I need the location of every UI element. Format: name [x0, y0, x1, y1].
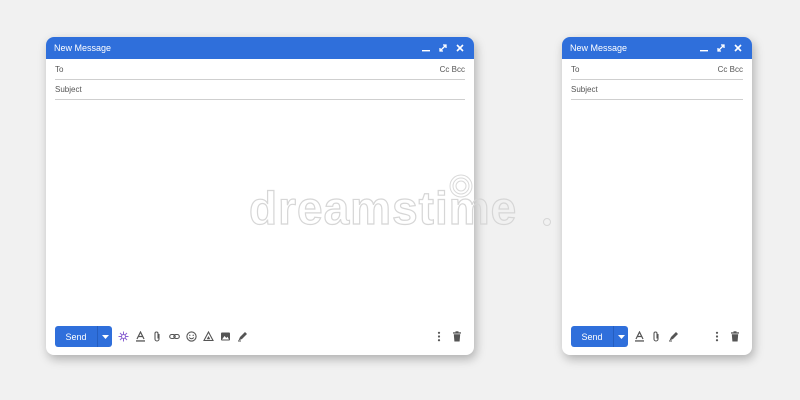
minimize-icon[interactable] [700, 44, 708, 52]
send-options-button[interactable] [97, 326, 112, 347]
cc-bcc-link[interactable]: Cc Bcc [440, 65, 465, 74]
formatting-tools [118, 331, 248, 342]
formatting-tools [634, 331, 679, 342]
send-button-group: Send [55, 326, 112, 347]
to-field[interactable]: To Cc Bcc [571, 60, 743, 80]
minimize-icon[interactable] [422, 44, 430, 52]
expand-icon[interactable] [439, 44, 447, 52]
compose-toolbar: Send [55, 326, 462, 347]
chevron-down-icon [101, 334, 109, 339]
window-title: New Message [570, 43, 628, 53]
message-body[interactable] [55, 103, 465, 315]
compose-window-small: New Message To Cc Bcc Subject Send [562, 37, 752, 355]
compose-toolbar: Send [571, 326, 740, 347]
window-controls [422, 44, 464, 52]
ai-sparkle-icon[interactable] [118, 331, 129, 342]
more-options-icon[interactable] [434, 331, 444, 342]
message-body[interactable] [571, 103, 743, 315]
more-options-icon[interactable] [712, 331, 722, 342]
right-tools [712, 331, 740, 342]
compose-window-large: New Message To Cc Bcc Subject Send [46, 37, 474, 355]
chevron-down-icon [617, 334, 625, 339]
trash-icon[interactable] [452, 331, 462, 342]
window-controls [700, 44, 742, 52]
close-icon[interactable] [456, 44, 464, 52]
link-icon[interactable] [169, 331, 180, 342]
pen-icon[interactable] [668, 331, 679, 342]
to-label: To [571, 65, 580, 74]
trash-icon[interactable] [730, 331, 740, 342]
format-text-icon[interactable] [135, 331, 146, 342]
subject-field[interactable]: Subject [55, 80, 465, 100]
format-text-icon[interactable] [634, 331, 645, 342]
window-title: New Message [54, 43, 112, 53]
attach-icon[interactable] [152, 331, 163, 342]
attach-icon[interactable] [651, 331, 662, 342]
send-button[interactable]: Send [55, 326, 97, 347]
image-icon[interactable] [220, 331, 231, 342]
pen-icon[interactable] [237, 331, 248, 342]
send-button[interactable]: Send [571, 326, 613, 347]
title-bar: New Message [562, 37, 752, 59]
subject-placeholder: Subject [55, 85, 82, 94]
send-options-button[interactable] [613, 326, 628, 347]
drive-icon[interactable] [203, 331, 214, 342]
right-tools [434, 331, 462, 342]
title-bar: New Message [46, 37, 474, 59]
cc-bcc-link[interactable]: Cc Bcc [718, 65, 743, 74]
emoji-icon[interactable] [186, 331, 197, 342]
expand-icon[interactable] [717, 44, 725, 52]
subject-field[interactable]: Subject [571, 80, 743, 100]
send-button-group: Send [571, 326, 628, 347]
to-label: To [55, 65, 64, 74]
to-field[interactable]: To Cc Bcc [55, 60, 465, 80]
close-icon[interactable] [734, 44, 742, 52]
subject-placeholder: Subject [571, 85, 598, 94]
